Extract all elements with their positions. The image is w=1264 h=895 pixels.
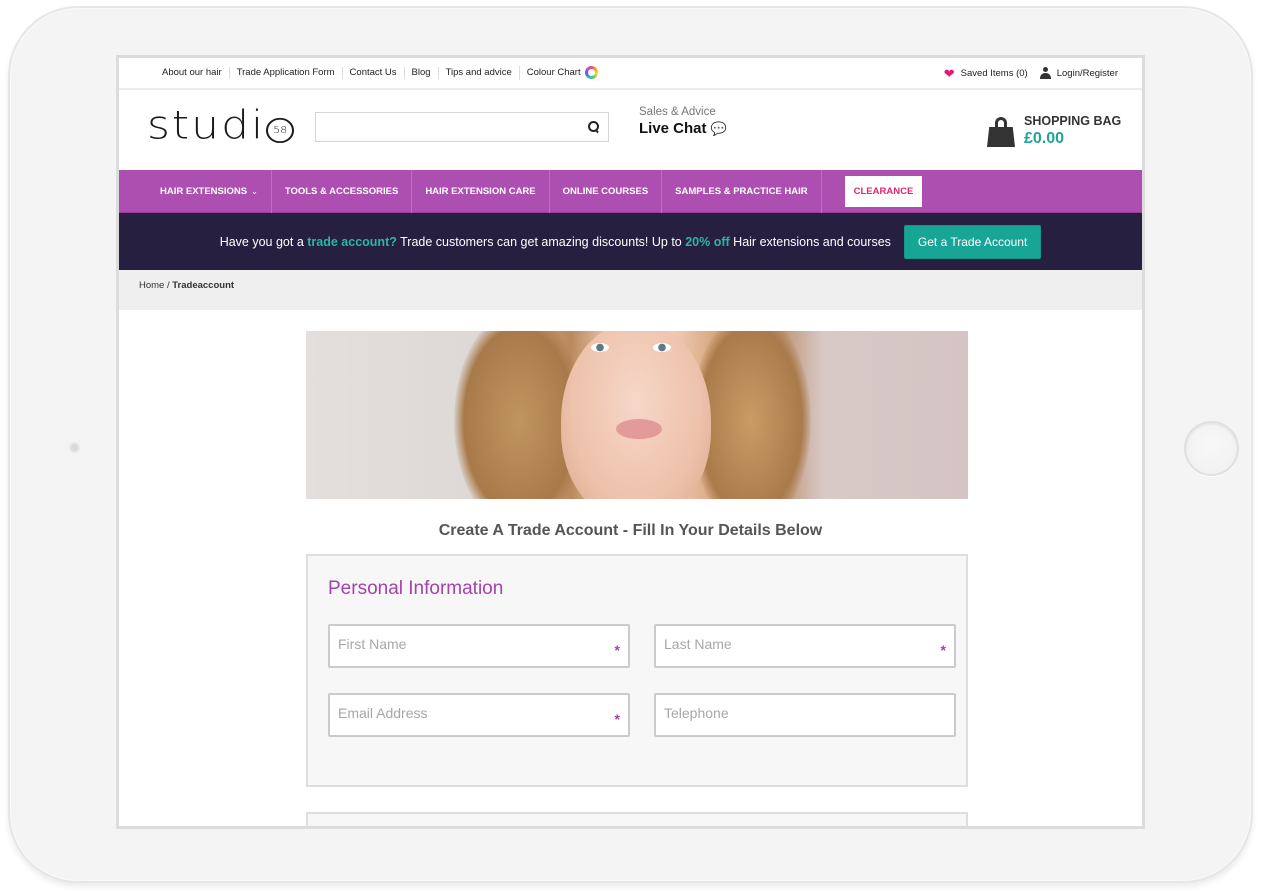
telephone-input[interactable]: [656, 695, 954, 735]
browser-screen: About our hair Trade Application Form Co…: [116, 55, 1145, 829]
breadcrumb: Home / Tradeaccount: [119, 270, 1142, 310]
account-links: ❤ Saved Items (0) Login/Register: [944, 67, 1118, 80]
first-name-input[interactable]: [330, 626, 628, 666]
link-blog[interactable]: Blog: [403, 66, 438, 79]
studio58-logo[interactable]: studi 58: [147, 102, 295, 149]
heart-icon: ❤: [943, 65, 955, 81]
chat-bubble-icon: 💬: [710, 120, 727, 136]
shopping-bag-total: £0.00: [1024, 130, 1065, 147]
first-name-field: *: [328, 624, 630, 668]
nav-hair-extensions[interactable]: HAIR EXTENSIONS ⌄: [119, 169, 272, 213]
email-address-field: *: [328, 693, 630, 737]
search-box: [315, 112, 609, 142]
shopping-bag[interactable]: SHOPPING BAG £0.00: [986, 114, 1121, 148]
link-colour-chart[interactable]: Colour Chart: [518, 66, 606, 80]
logo-badge: 58: [266, 117, 295, 143]
sales-advice-label: Sales & Advice: [639, 106, 716, 118]
telephone-field: [654, 693, 956, 737]
personal-information-panel: Personal Information * * *: [306, 554, 968, 787]
get-trade-account-button[interactable]: Get a Trade Account: [903, 224, 1042, 259]
search-input[interactable]: [316, 113, 576, 141]
promo-text-1: Have you got a: [219, 234, 304, 249]
link-tips-and-advice[interactable]: Tips and advice: [437, 66, 519, 79]
trade-promo-banner: Have you got a trade account? Trade cust…: [119, 213, 1142, 270]
live-chat-label: Live Chat: [639, 120, 707, 137]
promo-highlight-discount: 20% off: [685, 234, 730, 249]
promo-text: Have you got a trade account? Trade cust…: [220, 235, 891, 249]
required-asterisk-icon: *: [614, 642, 620, 658]
required-asterisk-icon: *: [614, 711, 620, 727]
link-about-our-hair[interactable]: About our hair: [155, 67, 229, 79]
required-asterisk-icon: *: [940, 642, 946, 658]
form-heading: Create A Trade Account - Fill In Your De…: [438, 522, 823, 539]
search-icon[interactable]: [588, 121, 600, 133]
nav-clearance[interactable]: CLEARANCE: [844, 175, 923, 207]
sales-advice: Sales & Advice Live Chat 💬: [639, 106, 727, 137]
nav-hair-extension-care[interactable]: HAIR EXTENSION CARE: [412, 169, 550, 213]
hero-banner-image: [306, 331, 968, 499]
colour-chart-label: Colour Chart: [526, 67, 581, 79]
link-contact-us[interactable]: Contact Us: [341, 66, 404, 79]
nav-samples-practice-hair[interactable]: SAMPLES & PRACTICE HAIR: [662, 169, 822, 213]
section-title: Personal Information: [328, 578, 504, 599]
last-name-field: *: [654, 624, 956, 668]
link-trade-application-form[interactable]: Trade Application Form: [228, 66, 342, 79]
camera-icon: [69, 442, 80, 453]
logo-text: studi: [147, 102, 266, 149]
breadcrumb-separator: /: [166, 280, 170, 291]
next-form-panel: [306, 812, 968, 826]
colour-wheel-icon: [585, 66, 599, 80]
last-name-input[interactable]: [656, 626, 954, 666]
shopping-bag-label: SHOPPING BAG: [1024, 114, 1122, 128]
promo-text-2: Trade customers can get amazing discount…: [400, 234, 682, 249]
promo-text-3: Hair extensions and courses: [733, 234, 891, 249]
home-button[interactable]: [1184, 421, 1239, 476]
nav-tools-accessories[interactable]: TOOLS & ACCESSORIES: [272, 169, 413, 213]
saved-items-label: Saved Items (0): [960, 67, 1028, 79]
login-register-label: Login/Register: [1056, 67, 1118, 79]
saved-items-link[interactable]: ❤ Saved Items (0): [944, 67, 1028, 80]
utility-bar: About our hair Trade Application Form Co…: [119, 58, 1142, 90]
live-chat-link[interactable]: Live Chat 💬: [639, 120, 727, 137]
promo-highlight-trade-account: trade account?: [307, 234, 397, 249]
email-address-input[interactable]: [330, 695, 628, 735]
login-register-link[interactable]: Login/Register: [1039, 67, 1118, 79]
shopping-bag-icon: [986, 117, 1016, 147]
utility-links: About our hair Trade Application Form Co…: [155, 66, 606, 80]
site-header: studi 58 Sales & Advice Live Chat 💬 SHOPP…: [119, 90, 1142, 170]
main-nav: HAIR EXTENSIONS ⌄ TOOLS & ACCESSORIES HAI…: [119, 169, 1142, 213]
nav-online-courses[interactable]: ONLINE COURSES: [550, 169, 663, 213]
nav-hair-extensions-label: HAIR EXTENSIONS: [160, 185, 248, 197]
chevron-down-icon: ⌄: [251, 186, 258, 196]
breadcrumb-home[interactable]: Home: [139, 280, 164, 291]
user-icon: [1039, 67, 1051, 79]
breadcrumb-current: Tradeaccount: [172, 280, 235, 291]
